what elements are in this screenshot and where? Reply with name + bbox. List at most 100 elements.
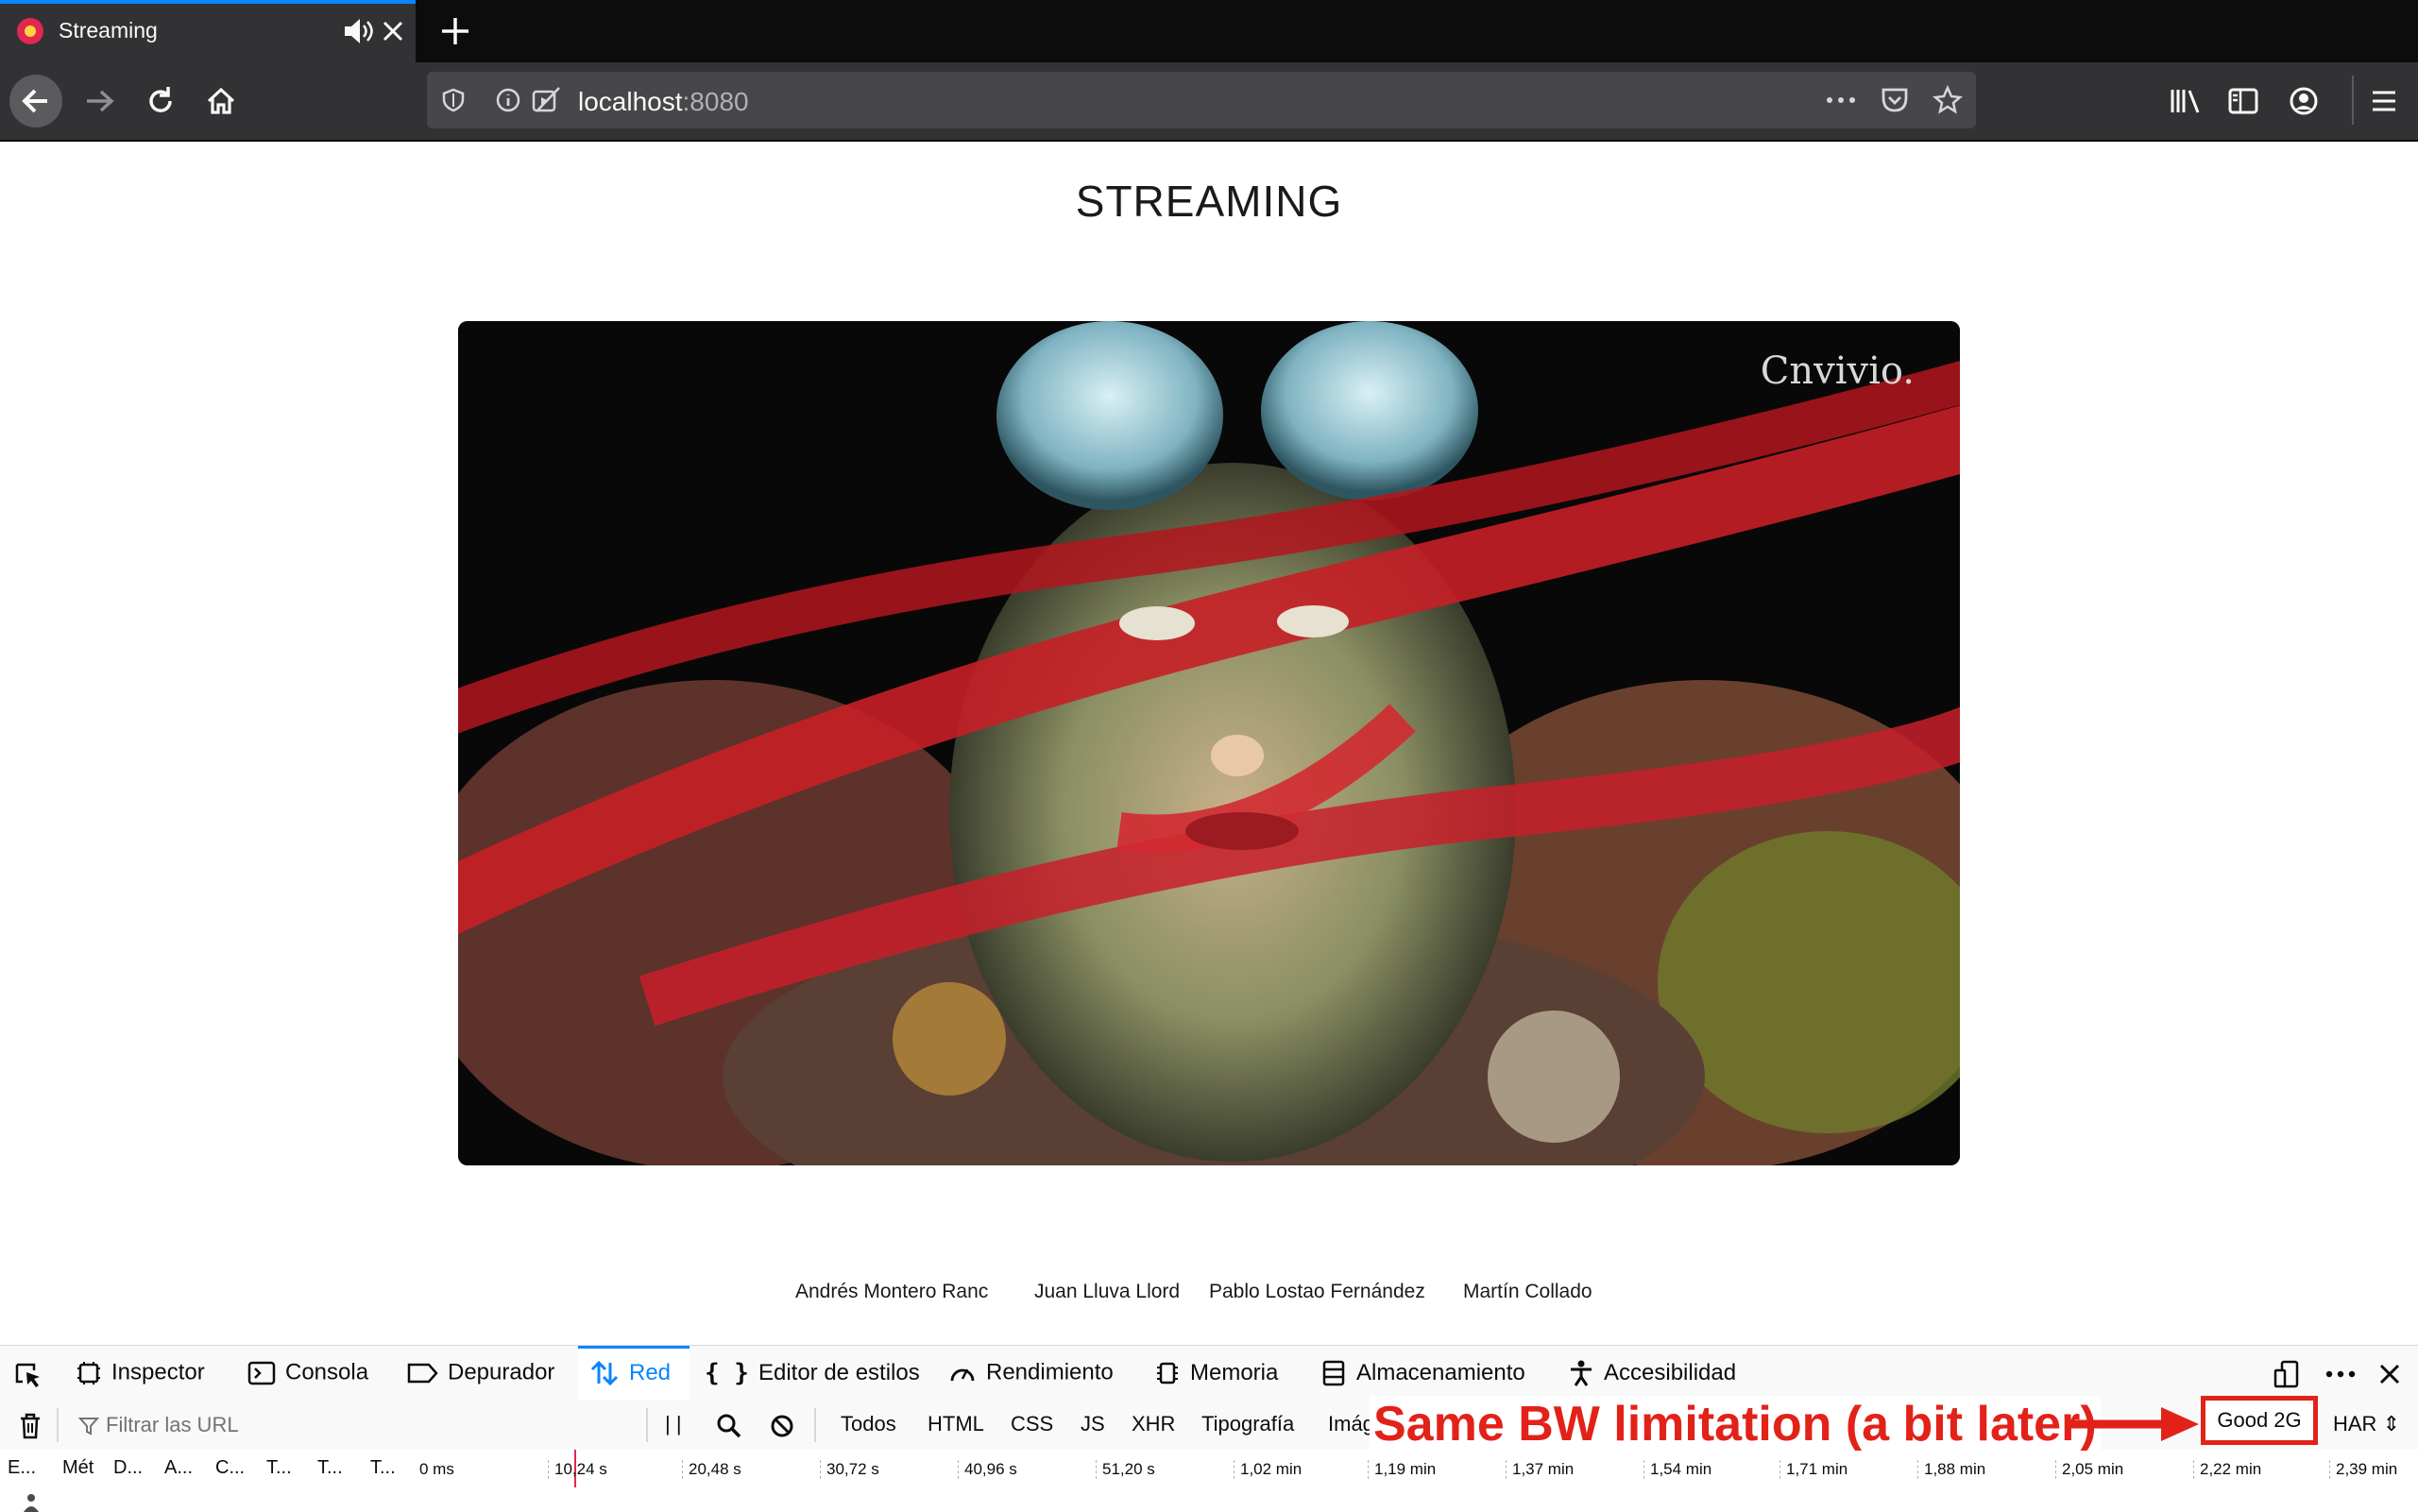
throttling-select[interactable]: Good 2G [2205, 1401, 2313, 1440]
arrow-right-icon [87, 90, 114, 112]
timeline-tick: 1,88 min [1917, 1460, 1985, 1479]
timeline-tick: 20,48 s [682, 1460, 741, 1479]
more-actions-icon[interactable] [1825, 91, 1857, 110]
timeline-tick: 10,24 s [548, 1460, 607, 1479]
home-button[interactable] [195, 75, 247, 127]
timeline-tick: 30,72 s [820, 1460, 879, 1479]
column-header[interactable]: E... [8, 1457, 36, 1479]
annotation-label: Same BW limitation (a bit later) [1370, 1396, 2101, 1453]
reload-button[interactable] [134, 75, 187, 127]
video-watermark: Cnvivio. [1760, 349, 1915, 393]
close-devtools-icon[interactable] [2375, 1359, 2405, 1389]
bookmark-star-icon[interactable] [1933, 85, 1963, 115]
element-picker-icon[interactable] [13, 1361, 45, 1389]
filter-imagenes[interactable]: Imág [1328, 1412, 1374, 1436]
credit-name: Andrés Montero Ranc [795, 1281, 989, 1302]
filter-xhr[interactable]: XHR [1132, 1412, 1175, 1436]
network-arrows-icon [590, 1360, 619, 1386]
tab-red[interactable]: Red [589, 1359, 671, 1389]
timeline-tick: 1,71 min [1779, 1460, 1848, 1479]
filter-css[interactable]: CSS [1011, 1412, 1053, 1436]
close-tab-icon[interactable] [378, 16, 408, 46]
person-icon [24, 1494, 39, 1512]
trash-icon[interactable] [17, 1411, 43, 1441]
column-header[interactable]: T... [317, 1457, 343, 1479]
forward-button[interactable] [74, 75, 127, 127]
tab-accesibilidad[interactable]: Accesibilidad [1568, 1359, 1736, 1389]
timeline-tick: 2,05 min [2055, 1460, 2123, 1479]
filter-urls-input[interactable]: Filtrar las URL [106, 1413, 239, 1437]
video-player[interactable]: Cnvivio. [458, 321, 1960, 1165]
sidebar-icon[interactable] [2227, 85, 2259, 117]
credits-row: Andrés Montero Ranc Juan Lluva Llord Pab… [0, 1281, 2418, 1309]
block-icon[interactable] [769, 1413, 795, 1439]
timeline-tick: 2,39 min [2329, 1460, 2397, 1479]
home-icon [207, 87, 235, 114]
timeline-tick: 0 ms [419, 1460, 454, 1478]
timeline-tick: 2,22 min [2193, 1460, 2261, 1479]
autoplay-blocked-icon[interactable] [531, 85, 563, 115]
tab-inspector[interactable]: Inspector [76, 1359, 205, 1389]
debugger-icon [407, 1363, 438, 1383]
account-icon[interactable] [2288, 85, 2320, 117]
timeline-tick: 51,20 s [1096, 1460, 1155, 1479]
column-header[interactable]: Mét [62, 1457, 94, 1479]
tab-editor-de-estilos[interactable]: { } Editor de estilos [705, 1359, 920, 1389]
storage-icon [1322, 1360, 1345, 1386]
video-frame [458, 321, 1960, 1165]
browser-tab[interactable]: Streaming [0, 0, 416, 62]
braces-icon: { } [705, 1359, 749, 1387]
har-menu[interactable]: HAR ⇕ [2333, 1412, 2400, 1436]
info-icon[interactable] [495, 87, 521, 113]
credit-name: Juan Lluva Llord [1034, 1281, 1181, 1302]
responsive-design-icon[interactable] [2273, 1359, 2303, 1389]
filter-icon [77, 1418, 100, 1436]
gauge-icon [950, 1368, 975, 1381]
devtools-menu-icon[interactable] [2324, 1365, 2358, 1384]
tab-almacenamiento[interactable]: Almacenamiento [1320, 1359, 1525, 1389]
timeline-tick: 1,02 min [1234, 1460, 1302, 1479]
search-icon[interactable] [716, 1413, 742, 1439]
timeline-tick: 1,37 min [1506, 1460, 1574, 1479]
url-bar[interactable]: localhost:8080 [427, 72, 1976, 128]
tab-title: Streaming [59, 18, 158, 42]
menu-icon[interactable] [2369, 87, 2399, 115]
annotation-arrow-icon [2070, 1407, 2199, 1441]
timeline-tick: 1,54 min [1643, 1460, 1711, 1479]
reload-icon [149, 87, 172, 112]
arrow-left-icon [22, 89, 47, 113]
column-header[interactable]: A... [164, 1457, 193, 1479]
tab-depurador[interactable]: Depurador [406, 1359, 554, 1389]
credit-name: Martín Collado [1463, 1281, 1592, 1302]
filter-html[interactable]: HTML [928, 1412, 984, 1436]
active-tab-indicator [0, 0, 416, 4]
tab-consola[interactable]: Consola [247, 1359, 368, 1389]
filter-tipografia[interactable]: Tipografía [1201, 1412, 1294, 1436]
site-favicon-icon [17, 18, 43, 44]
page-title: STREAMING [1075, 177, 1343, 226]
shield-icon[interactable] [440, 87, 467, 113]
pocket-icon[interactable] [1880, 86, 1910, 114]
request-list [0, 1487, 2418, 1512]
filter-todos[interactable]: Todos [841, 1412, 896, 1436]
library-icon[interactable] [2169, 85, 2203, 117]
column-header[interactable]: T... [370, 1457, 396, 1479]
new-tab-icon[interactable] [436, 12, 474, 50]
url-text[interactable]: localhost:8080 [578, 87, 749, 117]
column-header[interactable]: C... [215, 1457, 245, 1479]
tab-strip: Streaming [0, 0, 2418, 62]
column-header[interactable]: D... [113, 1457, 143, 1479]
timeline-tick: 40,96 s [958, 1460, 1017, 1479]
tab-rendimiento[interactable]: Rendimiento [948, 1359, 1114, 1389]
column-header[interactable]: T... [266, 1457, 292, 1479]
console-icon [247, 1361, 276, 1385]
speaker-icon[interactable] [342, 16, 374, 46]
request-table-header: E... Mét D... A... C... T... T... T... 0… [0, 1450, 2418, 1488]
inspector-icon [77, 1361, 100, 1385]
timeline-tick: 1,19 min [1368, 1460, 1436, 1479]
tab-memoria[interactable]: Memoria [1154, 1359, 1278, 1389]
pause-button[interactable]: | | [665, 1412, 682, 1436]
filter-js[interactable]: JS [1081, 1412, 1105, 1436]
memory-chip-icon [1157, 1362, 1178, 1385]
back-button[interactable] [9, 75, 62, 127]
